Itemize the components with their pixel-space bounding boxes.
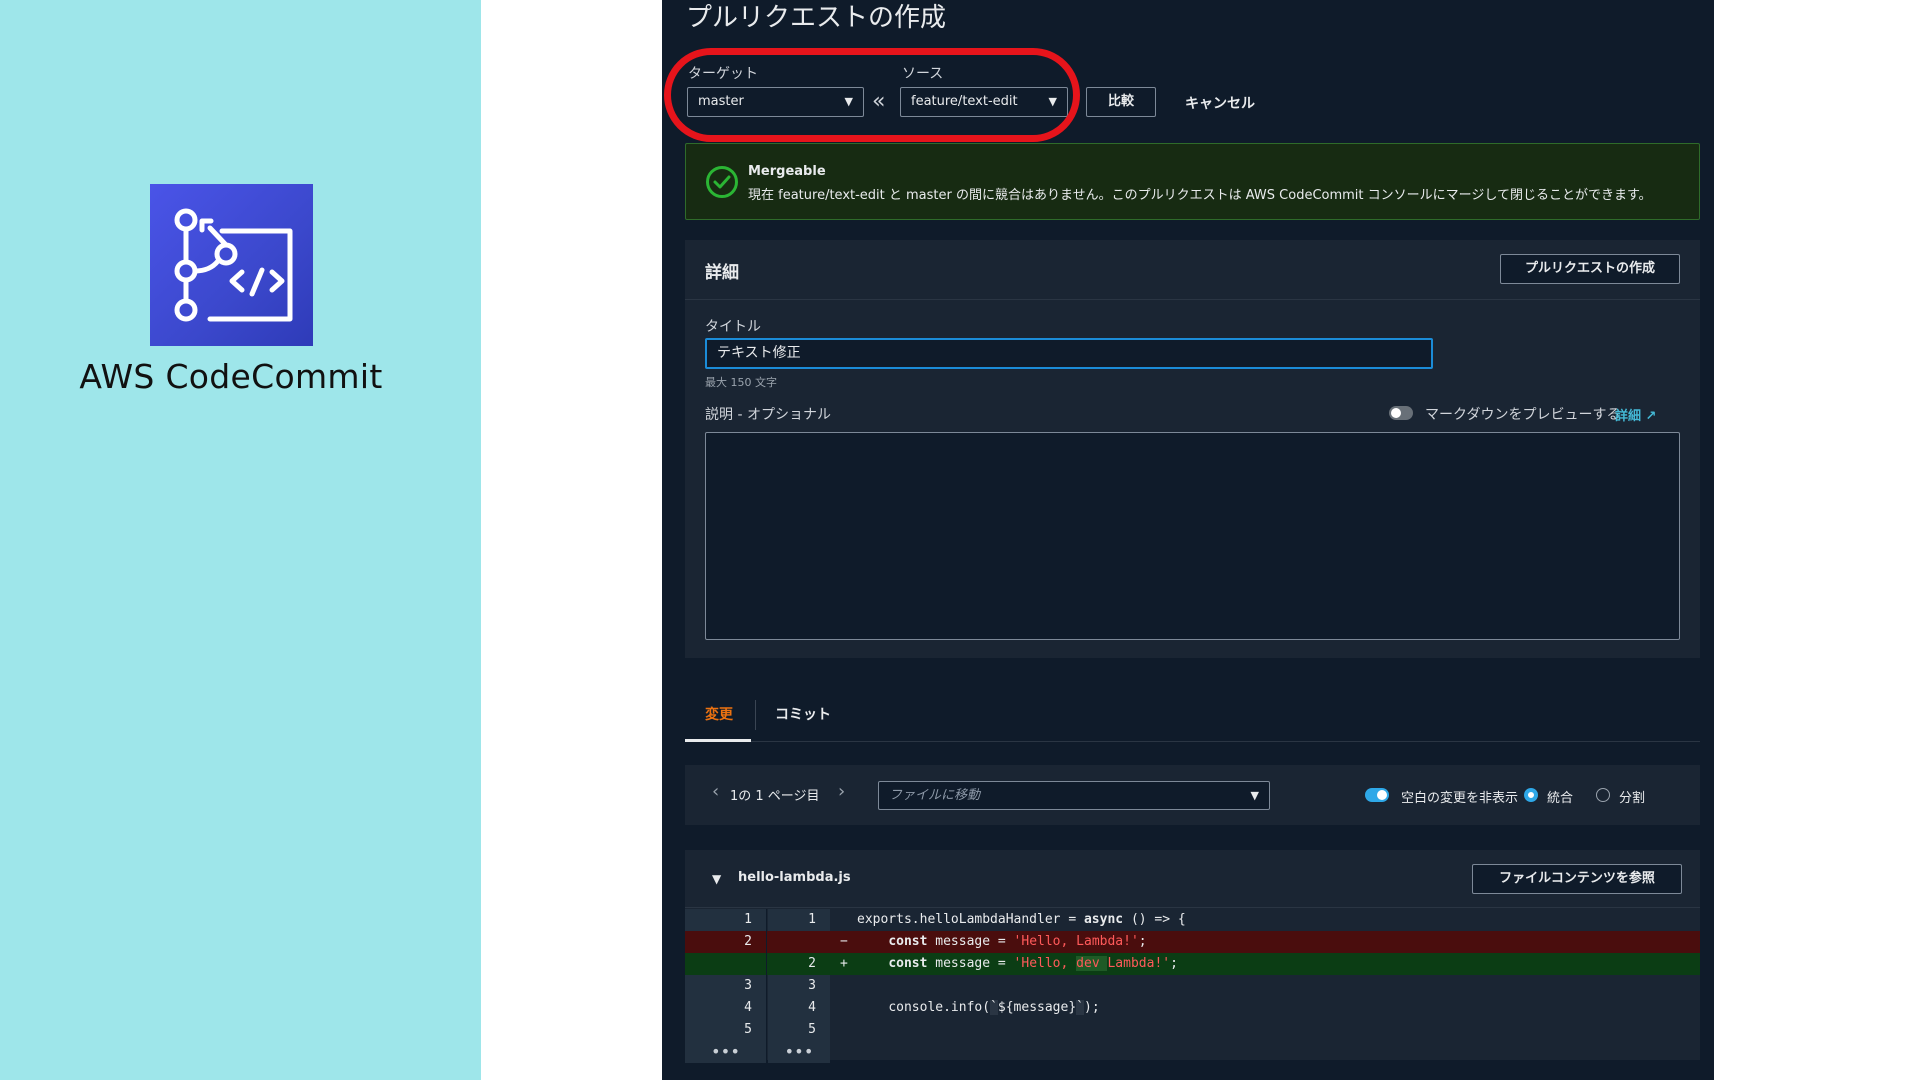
- file-jump-select[interactable]: ファイルに移動 ▼: [878, 781, 1270, 810]
- alert-message: 現在 feature/text-edit と master の間に競合はありませ…: [748, 188, 1652, 203]
- details-link-label: 詳細: [1615, 409, 1642, 424]
- code-text: console.info(`${message}`);: [857, 997, 1100, 1019]
- diff-code: 1 1 exports.helloLambdaHandler = async (…: [685, 909, 1700, 1063]
- pager-text: 1の 1 ページ目: [730, 789, 820, 804]
- code-string: 'Hello,: [1013, 956, 1077, 971]
- split-view-label: 分割: [1619, 791, 1646, 806]
- code-token: message =: [927, 934, 1014, 949]
- new-line-number: 1: [768, 909, 830, 931]
- tab-divider: [755, 700, 756, 730]
- code-token: `: [990, 1000, 998, 1015]
- diff-line: 5 5: [685, 1019, 1700, 1041]
- code-token: ;: [1170, 956, 1178, 971]
- split-view-radio[interactable]: [1596, 788, 1610, 802]
- product-name: AWS CodeCommit: [79, 357, 383, 396]
- expand-dots[interactable]: •••: [768, 1041, 830, 1063]
- file-jump-placeholder: ファイルに移動: [889, 788, 981, 803]
- hide-whitespace-label: 空白の変更を非表示: [1401, 791, 1519, 806]
- description-label: 説明 - オプショナル: [705, 407, 831, 423]
- diff-toolbar: ‹ 1の 1 ページ目 › ファイルに移動 ▼ 空白の変更を非表示 統合 分割: [685, 765, 1700, 825]
- old-line-number: 2: [685, 931, 767, 953]
- alert-title: Mergeable: [748, 164, 826, 179]
- codecommit-logo-icon-graphic: [174, 208, 293, 322]
- diff-line: 1 1 exports.helloLambdaHandler = async (…: [685, 909, 1700, 931]
- page-title: プルリクエストの作成: [686, 3, 947, 33]
- code-string-highlight: dev: [1076, 956, 1108, 971]
- code-keyword: async: [1083, 912, 1124, 927]
- code-token: ;: [1138, 934, 1147, 949]
- diff-line: 3 3: [685, 975, 1700, 997]
- diff-line-added: 2 + const message = 'Hello, dev Lambda!'…: [685, 953, 1700, 975]
- chevron-right-icon[interactable]: ›: [838, 781, 845, 802]
- tab-changes[interactable]: 変更: [705, 704, 733, 724]
- code-token: `: [1076, 1000, 1084, 1015]
- new-line-number: [768, 931, 830, 953]
- diff-expand-row[interactable]: ••• •••: [685, 1041, 1700, 1063]
- diff-file-name: hello-lambda.js: [738, 870, 851, 885]
- chevron-left-icon[interactable]: ‹: [712, 781, 719, 802]
- code-string: Lambda!': [1107, 956, 1171, 971]
- code-string: 'Hello, Lambda!': [1013, 934, 1139, 949]
- tabs-bar: 変更 コミット: [685, 690, 1700, 742]
- unified-view-label: 統合: [1547, 791, 1574, 806]
- details-panel: 詳細 プルリクエストの作成 タイトル テキスト修正 最大 150 文字 説明 -…: [685, 240, 1700, 658]
- mergeable-alert: Mergeable 現在 feature/text-edit と master …: [685, 143, 1700, 220]
- chevron-down-icon: ▼: [1250, 789, 1259, 802]
- check-circle-icon: [706, 166, 738, 198]
- expand-dots[interactable]: •••: [685, 1041, 767, 1063]
- diff-sign: −: [840, 934, 848, 949]
- cancel-button[interactable]: キャンセル: [1185, 93, 1255, 113]
- codecommit-console: プルリクエストの作成 ターゲット master ▼ « ソース feature/…: [662, 0, 1714, 1080]
- slide-left-panel: AWS CodeCommit: [0, 0, 481, 1080]
- details-title: 詳細: [705, 263, 739, 283]
- compare-button[interactable]: 比較: [1086, 87, 1156, 117]
- old-line-number: 4: [685, 997, 767, 1019]
- code-token: console.info(: [888, 1000, 991, 1015]
- new-line-number: 2: [808, 956, 816, 971]
- hide-whitespace-toggle[interactable]: [1365, 788, 1389, 802]
- browse-file-button[interactable]: ファイルコンテンツを参照: [1472, 864, 1682, 894]
- code-text: const message = 'Hello, dev Lambda!';: [857, 953, 1178, 975]
- code-keyword: const: [888, 934, 928, 949]
- code-token: exports.helloLambdaHandler =: [857, 912, 1084, 927]
- diff-file-panel: ▼ hello-lambda.js ファイルコンテンツを参照 1 1 expor…: [685, 850, 1700, 1063]
- code-token: ${message}: [997, 1000, 1077, 1015]
- markdown-preview-label: マークダウンをプレビューする: [1425, 407, 1621, 423]
- markdown-preview-toggle[interactable]: [1389, 406, 1413, 420]
- diff-line: 4 4 console.info(`${message}`);: [685, 997, 1700, 1019]
- old-line-number: [685, 953, 767, 975]
- diff-file-header: ▼ hello-lambda.js ファイルコンテンツを参照: [685, 850, 1700, 908]
- code-text: exports.helloLambdaHandler = async () =>…: [857, 909, 1186, 931]
- new-line-number: 3: [768, 975, 830, 997]
- details-panel-header: 詳細 プルリクエストの作成: [685, 240, 1700, 300]
- code-token: () => {: [1123, 912, 1186, 927]
- code-keyword: const: [888, 956, 928, 971]
- branch-selection-highlight: [664, 48, 1080, 142]
- unified-view-radio[interactable]: [1524, 788, 1538, 802]
- external-link-icon: ↗: [1645, 409, 1657, 424]
- create-pull-request-button[interactable]: プルリクエストの作成: [1500, 254, 1680, 284]
- title-field-label: タイトル: [705, 319, 761, 335]
- old-line-number: 5: [685, 1019, 767, 1041]
- code-token: );: [1084, 1000, 1100, 1015]
- new-line-number: 4: [768, 997, 830, 1019]
- new-line-number: 5: [768, 1019, 830, 1041]
- active-tab-underline: [685, 739, 751, 742]
- code-text: const message = 'Hello, Lambda!';: [857, 931, 1147, 953]
- diff-line-deleted: 2 − const message = 'Hello, Lambda!';: [685, 931, 1700, 953]
- collapse-triangle-icon[interactable]: ▼: [712, 872, 721, 886]
- diff-sign: +: [840, 956, 848, 971]
- title-input[interactable]: テキスト修正: [705, 338, 1433, 369]
- old-line-number: 1: [685, 909, 767, 931]
- codecommit-logo-icon: [150, 184, 313, 346]
- code-token: message =: [927, 956, 1014, 971]
- tab-commits[interactable]: コミット: [775, 704, 831, 724]
- old-line-number: 3: [685, 975, 767, 997]
- title-hint: 最大 150 文字: [705, 376, 777, 389]
- details-link[interactable]: 詳細 ↗: [1615, 405, 1656, 424]
- description-textarea[interactable]: [705, 432, 1680, 640]
